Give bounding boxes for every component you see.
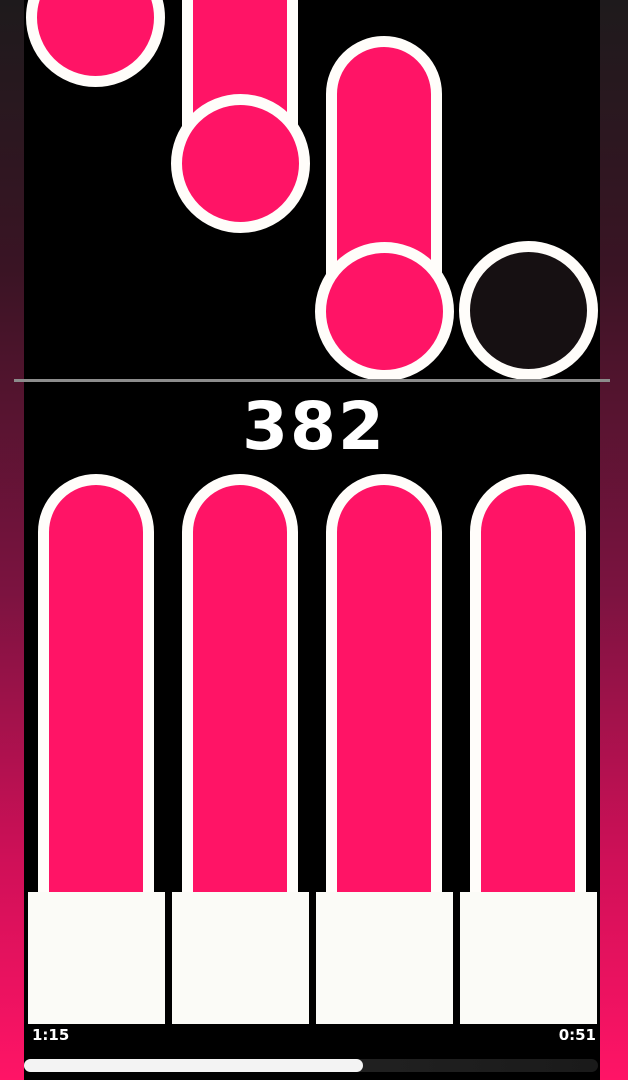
- lane-3-hold-bar: [326, 474, 442, 914]
- lane-2-hold-bar: [182, 474, 298, 914]
- hit-line: [14, 379, 610, 382]
- left-gradient-border: [0, 0, 24, 1080]
- hold-note-head-lane-3: [315, 242, 454, 381]
- lane-4-key[interactable]: [460, 892, 597, 1024]
- lane-2-key[interactable]: [172, 892, 309, 1024]
- remaining-time: 0:51: [558, 1026, 596, 1044]
- score-counter: 382: [242, 388, 386, 465]
- song-progress-bar[interactable]: [24, 1059, 598, 1072]
- falling-note-lane-1: [26, 0, 165, 87]
- lane-1-key[interactable]: [28, 892, 165, 1024]
- hold-note-head-lane-2: [171, 94, 310, 233]
- elapsed-time: 1:15: [32, 1026, 70, 1044]
- right-gradient-border: [600, 0, 628, 1080]
- song-progress-fill: [24, 1059, 363, 1072]
- lane-1-hold-bar: [38, 474, 154, 914]
- tap-note-lane-4: [459, 241, 598, 380]
- lane-3-key[interactable]: [316, 892, 453, 1024]
- lane-4-hold-bar: [470, 474, 586, 914]
- game-stage: 382 1:15 0:51: [0, 0, 628, 1080]
